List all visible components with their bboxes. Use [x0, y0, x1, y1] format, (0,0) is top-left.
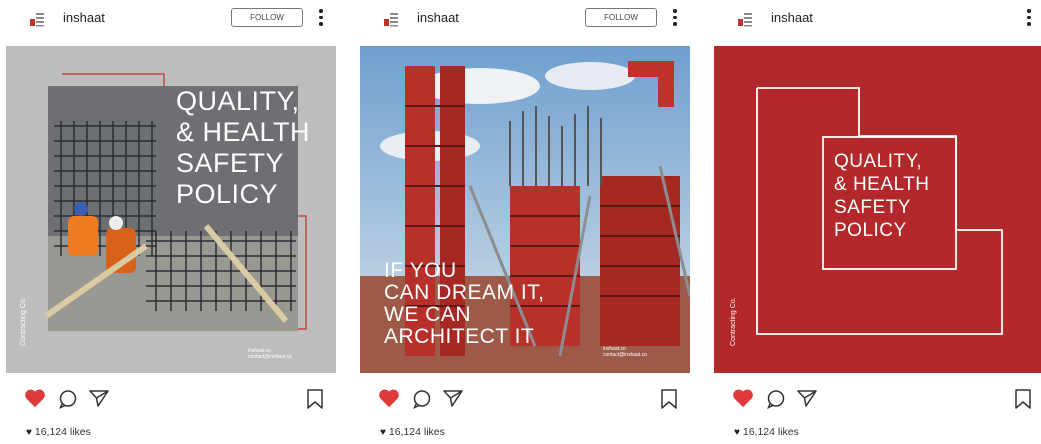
heart-icon[interactable]: [378, 388, 400, 408]
post-1: inshaat FOLLOW QUALITY, & HEALTH SAFETY: [6, 0, 336, 444]
bookmark-icon[interactable]: [660, 388, 678, 410]
likes-count[interactable]: ♥ 16,124 likes: [26, 426, 91, 438]
small-heart-icon: ♥: [380, 427, 386, 438]
follow-button[interactable]: FOLLOW: [231, 8, 303, 27]
post-2: inshaat FOLLOW IF YOU CAN DREAM IT, WE C…: [360, 0, 690, 444]
headline-line: SAFETY: [176, 148, 285, 178]
headline-line: IF YOU: [384, 259, 457, 282]
send-icon[interactable]: [796, 388, 818, 408]
headline-line: CAN DREAM IT,: [384, 281, 545, 304]
heart-icon[interactable]: [732, 388, 754, 408]
contact-info: inshaat.co contact@inshaat.co: [603, 346, 647, 358]
side-text: Contracting Co.: [730, 297, 737, 346]
likes-count[interactable]: ♥ 16,124 likes: [380, 426, 445, 438]
likes-label: 16,124 likes: [34, 426, 91, 438]
headline-line: SAFETY: [834, 197, 911, 218]
headline-line: WE CAN: [384, 303, 471, 326]
likes-label: 16,124 likes: [388, 426, 445, 438]
small-heart-icon: ♥: [734, 427, 740, 438]
username[interactable]: inshaat: [417, 10, 459, 25]
headline: IF YOU CAN DREAM IT, WE CAN ARCHITECT IT: [384, 260, 545, 348]
contact-line: contact@inshaat.co: [248, 354, 292, 360]
headline-line: POLICY: [176, 179, 279, 209]
likes-count[interactable]: ♥ 16,124 likes: [734, 426, 799, 438]
kebab-menu-icon[interactable]: [318, 9, 324, 29]
heart-icon[interactable]: [24, 388, 46, 408]
headline-line: POLICY: [834, 220, 907, 241]
send-icon[interactable]: [88, 388, 110, 408]
headline-line: QUALITY,: [176, 86, 300, 116]
send-icon[interactable]: [442, 388, 464, 408]
post-header: inshaat FOLLOW: [6, 0, 336, 38]
post-image[interactable]: IF YOU CAN DREAM IT, WE CAN ARCHITECT IT…: [360, 46, 690, 373]
comment-icon[interactable]: [58, 389, 78, 409]
comment-icon[interactable]: [412, 389, 432, 409]
side-text: Contracting Co.: [20, 297, 27, 346]
brand-logo-icon[interactable]: [28, 10, 46, 28]
brand-logo-icon[interactable]: [382, 10, 400, 28]
bookmark-icon[interactable]: [306, 388, 324, 410]
post-image[interactable]: QUALITY, & HEALTH SAFETY POLICY Contract…: [714, 46, 1041, 373]
kebab-menu-icon[interactable]: [1026, 9, 1032, 29]
contact-info: inshaat.co contact@inshaat.co: [248, 348, 292, 360]
headline: QUALITY, & HEALTH SAFETY POLICY: [176, 86, 310, 210]
kebab-menu-icon[interactable]: [672, 9, 678, 29]
likes-label: 16,124 likes: [742, 426, 799, 438]
headline-line: ARCHITECT IT: [384, 325, 535, 348]
brand-logo-icon[interactable]: [736, 10, 754, 28]
post-3: inshaat QUALITY, & HEALTH SAFETY POLICY …: [714, 0, 1041, 444]
headline-line: & HEALTH: [834, 174, 930, 195]
post-header: inshaat FOLLOW: [360, 0, 690, 38]
bookmark-icon[interactable]: [1014, 388, 1032, 410]
username[interactable]: inshaat: [771, 10, 813, 25]
follow-button[interactable]: FOLLOW: [585, 8, 657, 27]
post-actions: [6, 386, 336, 414]
username[interactable]: inshaat: [63, 10, 105, 25]
post-image[interactable]: QUALITY, & HEALTH SAFETY POLICY Contract…: [6, 46, 336, 373]
post-actions: [360, 386, 690, 414]
headline: QUALITY, & HEALTH SAFETY POLICY: [834, 150, 930, 242]
comment-icon[interactable]: [766, 389, 786, 409]
small-heart-icon: ♥: [26, 427, 32, 438]
contact-line: contact@inshaat.co: [603, 352, 647, 358]
headline-line: & HEALTH: [176, 117, 311, 147]
post-actions: [714, 386, 1041, 414]
post-header: inshaat: [714, 0, 1041, 38]
headline-line: QUALITY,: [834, 151, 923, 172]
